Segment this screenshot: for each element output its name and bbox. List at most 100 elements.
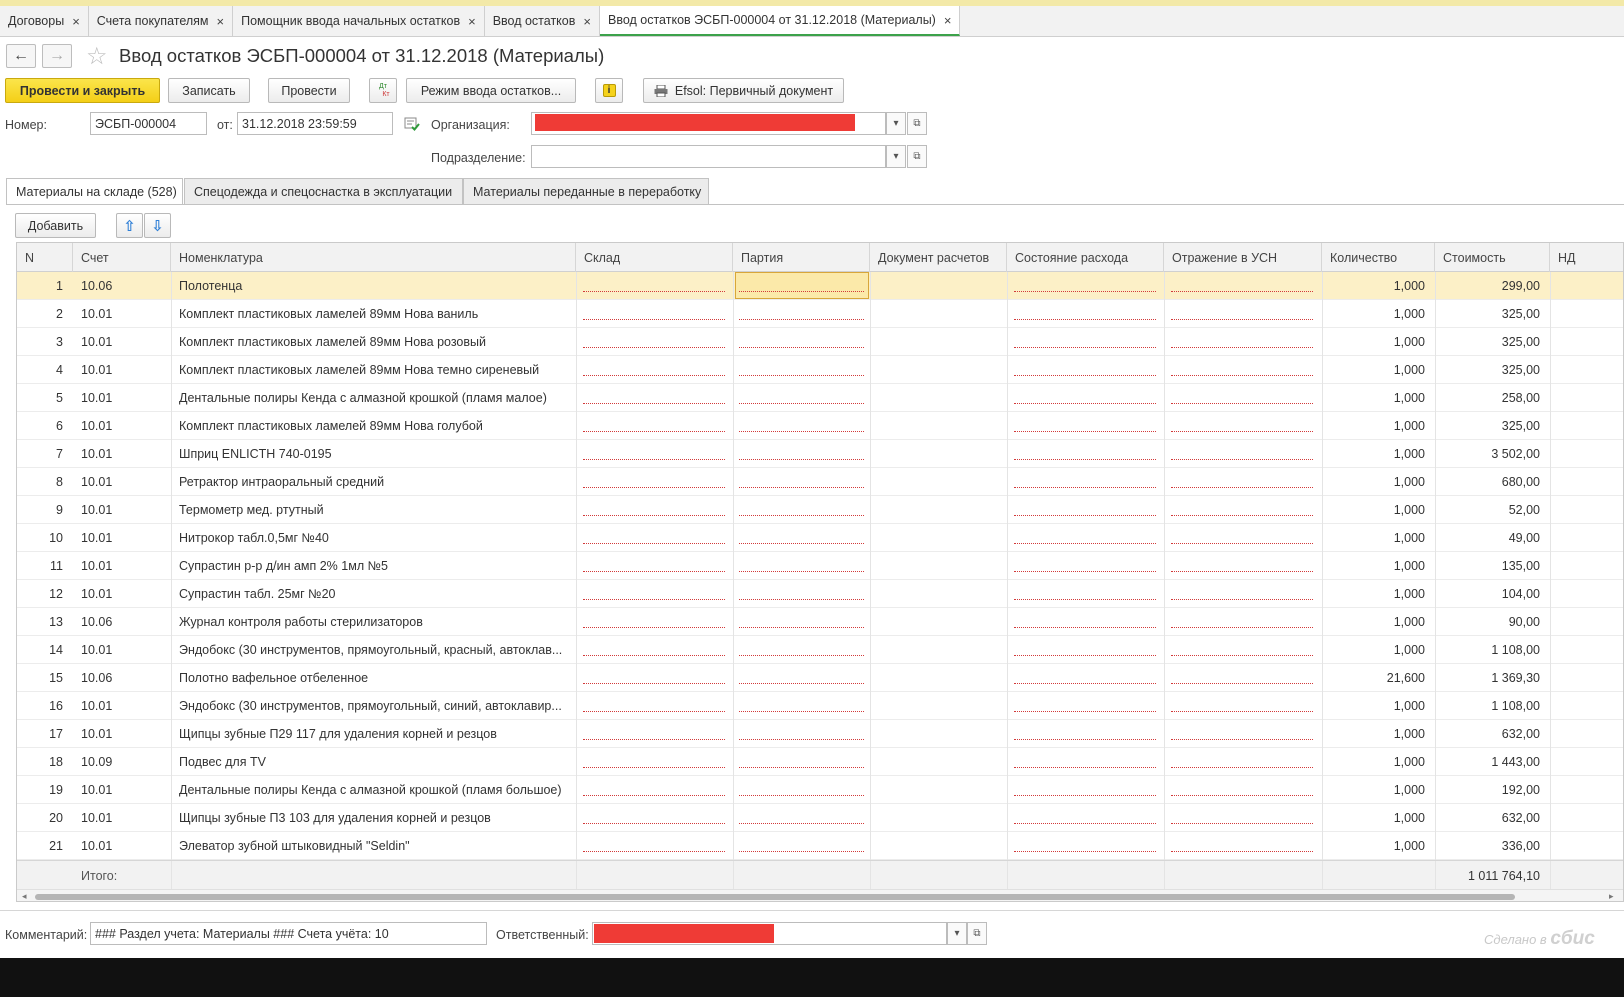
cell-nomenclature[interactable]: Комплект пластиковых ламелей 89мм Нова т… (171, 356, 576, 383)
cell-nomenclature[interactable]: Дентальные полиры Кенда с алмазной крошк… (171, 776, 576, 803)
column-header-vat[interactable]: НД (1550, 243, 1623, 272)
cell-account[interactable]: 10.01 (73, 552, 171, 579)
table-row[interactable]: 18 10.09 Подвес для TV 1,000 1 443,00 (17, 748, 1623, 776)
table-row[interactable]: 6 10.01 Комплект пластиковых ламелей 89мм … (17, 412, 1623, 440)
scroll-left-icon[interactable]: ◂ (22, 891, 27, 901)
column-header-quantity[interactable]: Количество (1322, 243, 1435, 272)
table-row[interactable]: 3 10.01 Комплект пластиковых ламелей 89мм … (17, 328, 1623, 356)
cell-nomenclature[interactable]: Щипцы зубные П3 103 для удаления корней … (171, 804, 576, 831)
cell-nomenclature[interactable]: Термометр мед. ртутный (171, 496, 576, 523)
cell-n[interactable]: 13 (17, 608, 73, 635)
cell-n[interactable]: 15 (17, 664, 73, 691)
cell-account[interactable]: 10.01 (73, 468, 171, 495)
cell-n[interactable]: 17 (17, 720, 73, 747)
cell-account[interactable]: 10.01 (73, 580, 171, 607)
cell-nomenclature[interactable]: Супрастин р-р д/ин амп 2% 1мл №5 (171, 552, 576, 579)
cell-quantity[interactable]: 1,000 (1322, 524, 1435, 551)
cell-n[interactable]: 2 (17, 300, 73, 327)
tab-pomoshnik[interactable]: Помощник ввода начальных остатков × (233, 6, 485, 36)
cell-cost[interactable]: 1 108,00 (1435, 692, 1550, 719)
cell-n[interactable]: 6 (17, 412, 73, 439)
cell-cost[interactable]: 49,00 (1435, 524, 1550, 551)
cell-quantity[interactable]: 1,000 (1322, 776, 1435, 803)
cell-nomenclature[interactable]: Щипцы зубные П29 117 для удаления корней… (171, 720, 576, 747)
date-field[interactable]: 31.12.2018 23:59:59 (237, 112, 393, 135)
cell-cost[interactable]: 325,00 (1435, 412, 1550, 439)
efsol-print-button[interactable]: Efsol: Первичный документ (643, 78, 844, 103)
cell-account[interactable]: 10.01 (73, 496, 171, 523)
cell-cost[interactable]: 1 369,30 (1435, 664, 1550, 691)
cell-nomenclature[interactable]: Эндобокс (30 инструментов, прямоугольный… (171, 692, 576, 719)
cell-n[interactable]: 16 (17, 692, 73, 719)
table-row[interactable]: 21 10.01 Элеватор зубной штыковидный "Seld… (17, 832, 1623, 860)
cell-account[interactable]: 10.01 (73, 412, 171, 439)
cell-account[interactable]: 10.09 (73, 748, 171, 775)
cell-n[interactable]: 10 (17, 524, 73, 551)
cell-cost[interactable]: 325,00 (1435, 300, 1550, 327)
cell-n[interactable]: 9 (17, 496, 73, 523)
cell-quantity[interactable]: 1,000 (1322, 328, 1435, 355)
cell-quantity[interactable]: 1,000 (1322, 748, 1435, 775)
comment-field[interactable]: ### Раздел учета: Материалы ### Счета уч… (90, 922, 487, 945)
dropdown-chevron-icon[interactable]: ▾ (886, 112, 906, 135)
column-header-batch[interactable]: Партия (733, 243, 870, 272)
tab-scheta-pokupatelyam[interactable]: Счета покупателям × (89, 6, 234, 36)
star-icon[interactable]: ☆ (86, 42, 108, 71)
tab-materials-in-stock[interactable]: Материалы на складе (528) (6, 178, 183, 205)
cell-cost[interactable]: 632,00 (1435, 804, 1550, 831)
cell-account[interactable]: 10.01 (73, 720, 171, 747)
cell-n[interactable]: 21 (17, 832, 73, 859)
balance-input-mode-button[interactable]: Режим ввода остатков... (406, 78, 576, 103)
cell-n[interactable]: 5 (17, 384, 73, 411)
close-icon[interactable]: × (468, 14, 476, 29)
scroll-right-icon[interactable]: ▸ (1609, 891, 1614, 901)
tab-workwear-in-use[interactable]: Спецодежда и спецоснастка в эксплуатации (184, 178, 463, 204)
column-header-cost[interactable]: Стоимость (1435, 243, 1550, 272)
cell-n[interactable]: 14 (17, 636, 73, 663)
info-button[interactable]: i (595, 78, 623, 103)
cell-n[interactable]: 3 (17, 328, 73, 355)
cell-nomenclature[interactable]: Эндобокс (30 инструментов, прямоугольный… (171, 636, 576, 663)
move-up-icon[interactable]: ⇧ (116, 213, 143, 238)
open-link-icon[interactable]: ⧉ (967, 922, 987, 945)
table-row[interactable]: 19 10.01 Дентальные полиры Кенда с алмазно… (17, 776, 1623, 804)
table-row[interactable]: 5 10.01 Дентальные полиры Кенда с алмазной… (17, 384, 1623, 412)
dropdown-chevron-icon[interactable]: ▾ (947, 922, 967, 945)
cell-cost[interactable]: 299,00 (1435, 272, 1550, 299)
cell-cost[interactable]: 632,00 (1435, 720, 1550, 747)
cell-quantity[interactable]: 1,000 (1322, 468, 1435, 495)
focused-cell[interactable] (735, 272, 869, 299)
column-header-n[interactable]: N (17, 243, 73, 272)
cell-nomenclature[interactable]: Полотно вафельное отбеленное (171, 664, 576, 691)
add-row-button[interactable]: Добавить (15, 213, 96, 238)
column-header-settlement-doc[interactable]: Документ расчетов (870, 243, 1007, 272)
cell-cost[interactable]: 90,00 (1435, 608, 1550, 635)
column-header-expense-state[interactable]: Состояние расхода (1007, 243, 1164, 272)
cell-nomenclature[interactable]: Полотенца (171, 272, 576, 299)
number-field[interactable]: ЭСБП-000004 (90, 112, 207, 135)
cell-nomenclature[interactable]: Нитрокор табл.0,5мг №40 (171, 524, 576, 551)
table-row[interactable]: 7 10.01 Шприц ENLICTH 740-0195 1,000 3 502,0… (17, 440, 1623, 468)
cell-cost[interactable]: 192,00 (1435, 776, 1550, 803)
cell-n[interactable]: 11 (17, 552, 73, 579)
post-button[interactable]: Провести (268, 78, 350, 103)
cell-nomenclature[interactable]: Элеватор зубной штыковидный "Seldin" (171, 832, 576, 859)
cell-nomenclature[interactable]: Комплект пластиковых ламелей 89мм Нова в… (171, 300, 576, 327)
open-link-icon[interactable]: ⧉ (907, 112, 927, 135)
cell-account[interactable]: 10.06 (73, 664, 171, 691)
open-link-icon[interactable]: ⧉ (907, 145, 927, 168)
cell-account[interactable]: 10.01 (73, 776, 171, 803)
cell-cost[interactable]: 104,00 (1435, 580, 1550, 607)
cell-account[interactable]: 10.01 (73, 300, 171, 327)
cell-account[interactable]: 10.01 (73, 524, 171, 551)
cell-cost[interactable]: 258,00 (1435, 384, 1550, 411)
cell-cost[interactable]: 3 502,00 (1435, 440, 1550, 467)
cell-quantity[interactable]: 1,000 (1322, 384, 1435, 411)
cell-n[interactable]: 19 (17, 776, 73, 803)
cell-nomenclature[interactable]: Шприц ENLICTH 740-0195 (171, 440, 576, 467)
move-down-icon[interactable]: ⇩ (144, 213, 171, 238)
cell-account[interactable]: 10.01 (73, 356, 171, 383)
table-row[interactable]: 2 10.01 Комплект пластиковых ламелей 89мм … (17, 300, 1623, 328)
cell-quantity[interactable]: 1,000 (1322, 692, 1435, 719)
close-icon[interactable]: × (72, 14, 80, 29)
